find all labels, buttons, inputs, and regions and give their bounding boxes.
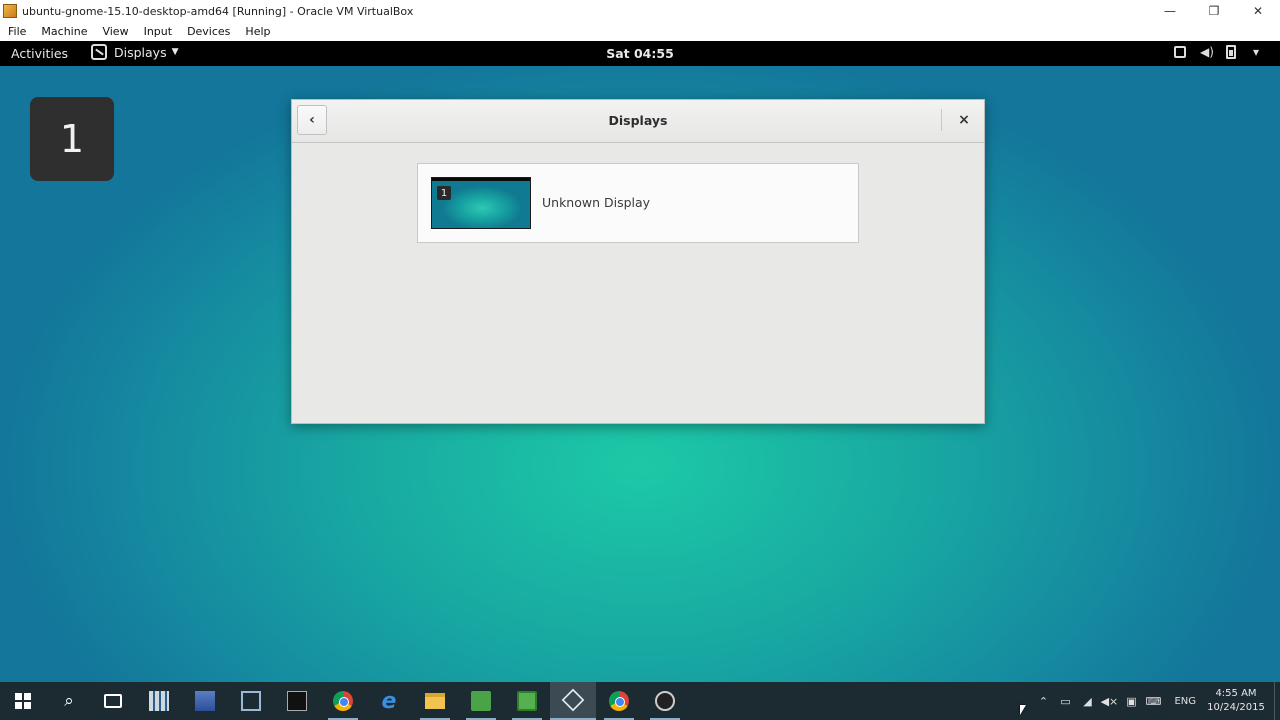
taskbar-obs[interactable]	[642, 682, 688, 720]
taskbar-virtualbox[interactable]	[550, 682, 596, 720]
window-controls: — ❐ ✕	[1148, 0, 1280, 22]
taskbar-chrome-2[interactable]	[596, 682, 642, 720]
taskbar-clock[interactable]: 4:55 AM 10/24/2015	[1206, 687, 1266, 715]
taskbar-network-tool[interactable]	[228, 682, 274, 720]
virtualbox-icon	[561, 688, 585, 712]
power-menu-caret-icon: ▾	[1252, 45, 1260, 59]
chrome-icon	[333, 691, 353, 711]
language-indicator[interactable]: ENG	[1164, 696, 1206, 707]
menu-help[interactable]: Help	[237, 25, 277, 38]
close-window-button[interactable]: ✕	[1236, 0, 1280, 22]
menu-file[interactable]: File	[0, 25, 33, 38]
close-button[interactable]: ×	[952, 108, 976, 132]
mouse-pointer-icon	[1020, 705, 1026, 715]
battery-icon	[1226, 45, 1236, 59]
system-status-area[interactable]: ◀) ▾	[1174, 45, 1262, 59]
vbox-menubar: File Machine View Input Devices Help	[0, 22, 1280, 41]
display-row[interactable]: 1 Unknown Display	[418, 164, 858, 242]
taskbar-edge[interactable]: e	[366, 682, 412, 720]
show-desktop-button[interactable]	[1274, 682, 1280, 720]
edge-icon: e	[381, 688, 397, 714]
calculator-icon	[149, 691, 169, 711]
windows-logo-icon	[15, 693, 31, 709]
network-icon[interactable]: ◢	[1076, 682, 1098, 720]
display-thumbnail: 1	[431, 177, 531, 229]
taskbar-file-explorer[interactable]	[412, 682, 458, 720]
display-number-label: 1	[437, 186, 451, 200]
network-tool-icon	[241, 691, 261, 711]
close-icon: ×	[958, 112, 970, 128]
notepad-app-icon	[517, 691, 537, 711]
dialog-header: ‹ Displays ×	[292, 100, 984, 143]
volume-icon: ◀)	[1200, 45, 1214, 59]
menu-view[interactable]: View	[94, 25, 135, 38]
folder-icon	[425, 693, 445, 709]
display-list: 1 Unknown Display	[417, 163, 859, 243]
volume-muted-icon[interactable]: ◀×	[1098, 682, 1120, 720]
vbox-titlebar: ubuntu-gnome-15.10-desktop-amd64 [Runnin…	[0, 0, 1280, 22]
search-button[interactable]: ⌕	[46, 682, 92, 720]
show-hidden-icons-chevron-icon[interactable]: ⌃	[1032, 682, 1054, 720]
terminal-icon	[287, 691, 307, 711]
display-name: Unknown Display	[542, 195, 651, 210]
taskbar-chrome[interactable]	[320, 682, 366, 720]
menu-devices[interactable]: Devices	[179, 25, 237, 38]
thumbnail-top-bar	[432, 178, 530, 181]
start-button[interactable]	[0, 682, 46, 720]
search-icon: ⌕	[64, 691, 74, 711]
menu-machine[interactable]: Machine	[33, 25, 94, 38]
taskbar-terminal[interactable]	[274, 682, 320, 720]
taskbar-calculator[interactable]	[136, 682, 182, 720]
task-view-button[interactable]	[90, 682, 136, 720]
green-app-icon	[471, 691, 491, 711]
displays-dialog: ‹ Displays × 1 Unknown Display	[291, 99, 985, 424]
windows-taskbar: ⌕ e ⌃ ▭ ◢ ◀× ▣ ⌨ ENG 4:55 AM 10/24/2015	[0, 682, 1280, 720]
window-title: ubuntu-gnome-15.10-desktop-amd64 [Runnin…	[22, 4, 414, 18]
minimize-button[interactable]: —	[1148, 0, 1192, 22]
menu-input[interactable]: Input	[136, 25, 179, 38]
restore-button[interactable]: ❐	[1192, 0, 1236, 22]
task-view-icon	[104, 694, 122, 708]
top-bar-clock[interactable]: Sat 04:55	[0, 46, 1280, 61]
taskbar-green-app-2[interactable]	[504, 682, 550, 720]
obs-icon	[655, 691, 675, 711]
desktop-background: 1 ‹ Displays × 1 Unknown Display	[0, 66, 1280, 682]
dialog-title: Displays	[608, 113, 668, 128]
display-status-icon	[1174, 46, 1186, 58]
battery-icon[interactable]: ▭	[1054, 682, 1076, 720]
clock-time: 4:55 AM	[1215, 688, 1257, 699]
virtualbox-app-icon	[3, 4, 17, 18]
action-center-icon[interactable]: ▣	[1120, 682, 1142, 720]
system-tray: ⌃ ▭ ◢ ◀× ▣ ⌨ ENG 4:55 AM 10/24/2015	[1032, 682, 1280, 720]
taskbar-green-app[interactable]	[458, 682, 504, 720]
admin-tools-icon	[195, 691, 215, 711]
chrome-icon	[609, 691, 629, 711]
taskbar-admin-tools[interactable]	[182, 682, 228, 720]
gnome-top-bar: Activities Displays ▼ Sat 04:55 ◀) ▾	[0, 41, 1280, 66]
keyboard-icon[interactable]: ⌨	[1142, 682, 1164, 720]
clock-date: 10/24/2015	[1207, 702, 1265, 713]
header-separator	[941, 109, 942, 131]
monitor-number-badge: 1	[30, 97, 114, 181]
